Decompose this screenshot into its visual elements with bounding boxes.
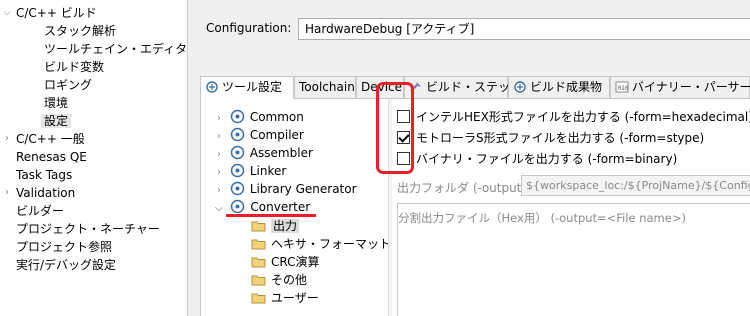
tool-item-label: Assembler <box>249 146 313 160</box>
build-artifact-icon <box>514 81 526 93</box>
tool-item-common[interactable]: › Common <box>217 108 304 126</box>
split-output-label: 分割出力ファイル（Hex用） (-output=<File name>) <box>398 211 686 225</box>
tree-item-toolchain-editor[interactable]: ツールチェイン・エディター <box>44 40 199 58</box>
tree-item-label: ツールチェイン・エディター <box>44 42 200 56</box>
tree-item-label: C/C++ ビルド <box>16 6 97 20</box>
option-label: インテルHEX形式ファイルを出力する (-form=hexadecimal) <box>416 110 750 124</box>
tab-label: ツール設定 <box>222 80 283 94</box>
chevron-down-icon[interactable]: ⌵ <box>2 4 12 22</box>
tool-item-label: CRC演算 <box>271 255 320 269</box>
tree-item-run-debug-settings[interactable]: 実行/デバッグ設定 <box>16 256 116 274</box>
tool-item-linker[interactable]: › Linker <box>217 162 286 180</box>
tree-item-label: プロジェクト参照 <box>16 240 113 254</box>
tree-item-task-tags[interactable]: Task Tags <box>16 166 72 184</box>
tool-item-label: 出力 <box>271 219 300 233</box>
tree-item-stack-analysis[interactable]: スタック解析 <box>44 22 116 40</box>
tree-item-label: C/C++ 一般 <box>16 132 85 146</box>
configuration-label: Configuration: <box>206 21 292 35</box>
tool-settings-icon <box>206 81 218 93</box>
gear-icon <box>230 127 245 142</box>
tool-item-user[interactable]: ユーザー <box>251 289 319 307</box>
folder-icon <box>251 239 266 250</box>
tree-item-label: ビルダー <box>16 204 65 218</box>
gear-icon <box>230 145 245 160</box>
tab-tool-settings[interactable]: ツール設定 <box>200 76 294 99</box>
chevron-right-icon[interactable]: › <box>2 130 12 148</box>
tool-item-label: ユーザー <box>271 291 319 305</box>
annotation-highlight-box <box>376 82 414 174</box>
tool-settings-panel: › Common › Compiler › Assembler › Linker… <box>200 98 750 316</box>
tab-binary-parser[interactable]: 010 バイナリー・パーサー <box>610 76 750 98</box>
tree-item-project-references[interactable]: プロジェクト参照 <box>16 238 112 256</box>
tree-item-label: 環境 <box>44 96 69 110</box>
tree-item-label: プロジェクト・ネーチャー <box>16 222 160 236</box>
tab-build-artifact[interactable]: ビルド成果物 <box>508 76 610 98</box>
gear-icon <box>231 199 245 214</box>
tool-item-compiler[interactable]: › Compiler <box>217 126 304 144</box>
tree-item-label: ロギング <box>44 78 93 92</box>
folder-icon <box>251 293 266 304</box>
tab-build-steps[interactable]: ビルド・ステップ <box>404 76 522 98</box>
tab-toolchain[interactable]: Toolchain <box>294 76 356 98</box>
tree-item-builders[interactable]: ビルダー <box>16 202 64 220</box>
option-label: バイナリ・ファイルを出力する (-form=binary) <box>416 152 678 166</box>
tool-item-crc[interactable]: CRC演算 <box>251 253 320 271</box>
option-label: モトローラS形式ファイルを出力する (-form=stype) <box>416 131 705 145</box>
tool-item-library-generator[interactable]: › Library Generator <box>217 180 357 198</box>
gear-icon <box>230 181 245 196</box>
tree-item-label: ビルド変数 <box>44 60 105 74</box>
tree-item-logging[interactable]: ロギング <box>44 76 92 94</box>
tool-item-label: Compiler <box>249 128 304 142</box>
split-output-group: 分割出力ファイル（Hex用） (-output=<File name>) <box>397 203 750 316</box>
chevron-right-icon[interactable]: › <box>217 113 221 124</box>
folder-icon <box>251 257 266 268</box>
chevron-right-icon[interactable]: › <box>2 184 12 202</box>
tab-label: バイナリー・パーサー <box>632 80 750 94</box>
tool-item-label: ヘキサ・フォーマット <box>271 237 392 251</box>
tree-item-label: スタック解析 <box>44 24 117 38</box>
tool-item-other[interactable]: その他 <box>251 271 307 289</box>
gear-icon <box>230 109 245 124</box>
tree-item-label: Validation <box>16 186 76 200</box>
tree-item-build-variables[interactable]: ビルド変数 <box>44 58 104 76</box>
tool-item-label: Library Generator <box>249 182 357 196</box>
folder-icon <box>251 221 266 232</box>
chevron-right-icon[interactable]: › <box>217 131 221 142</box>
chevron-right-icon[interactable]: › <box>217 167 221 178</box>
svg-text:010: 010 <box>618 85 629 92</box>
tree-item-settings[interactable]: 設定 <box>41 112 72 130</box>
tool-item-label: Common <box>249 110 304 124</box>
tree-item-label: 実行/デバッグ設定 <box>16 258 117 272</box>
panel-splitter[interactable] <box>187 0 194 316</box>
folder-icon <box>251 275 266 286</box>
tree-item-renesas-qe[interactable]: Renesas QE <box>16 148 87 166</box>
tree-item-label: Renesas QE <box>16 150 87 164</box>
output-folder-label: 出力フォルダ (-output) <box>397 181 527 195</box>
tab-label: Toolchain <box>299 80 355 94</box>
tool-item-output[interactable]: 出力 <box>251 217 300 235</box>
tool-item-label: その他 <box>271 273 308 287</box>
tab-bar: ツール設定 Toolchain Device ビルド・ステップ ビルド成果物 0… <box>200 76 750 99</box>
tool-item-label: Linker <box>249 164 287 178</box>
tool-tree: › Common › Compiler › Assembler › Linker… <box>207 105 391 316</box>
configuration-select[interactable]: HardwareDebug [アクティブ] <box>298 18 750 40</box>
tree-item-environment[interactable]: 環境 <box>44 94 68 112</box>
tree-item-project-natures[interactable]: プロジェクト・ネーチャー <box>16 220 160 238</box>
tree-item-label: 設定 <box>41 114 72 128</box>
preference-tree: ⌵ C/C++ ビルド スタック解析 ツールチェイン・エディター ビルド変数 ロ… <box>0 0 199 316</box>
settings-page: Configuration: HardwareDebug [アクティブ] ツール… <box>194 0 750 316</box>
chevron-right-icon[interactable]: › <box>217 149 221 160</box>
tree-item-label: Task Tags <box>16 168 73 182</box>
tool-item-assembler[interactable]: › Assembler <box>217 144 313 162</box>
tab-label: ビルド成果物 <box>530 80 603 94</box>
chevron-down-icon[interactable]: ⌵ <box>215 203 223 214</box>
tool-item-hex-format[interactable]: ヘキサ・フォーマット <box>251 235 391 253</box>
tool-item-label: Converter <box>250 200 311 214</box>
gear-icon <box>230 163 245 178</box>
chevron-right-icon[interactable]: › <box>217 185 221 196</box>
annotation-underline <box>226 214 316 217</box>
output-folder-field[interactable]: ${workspace_loc:/${ProjName}/${ConfigNa <box>521 175 750 196</box>
binary-parser-icon: 010 <box>615 81 629 93</box>
